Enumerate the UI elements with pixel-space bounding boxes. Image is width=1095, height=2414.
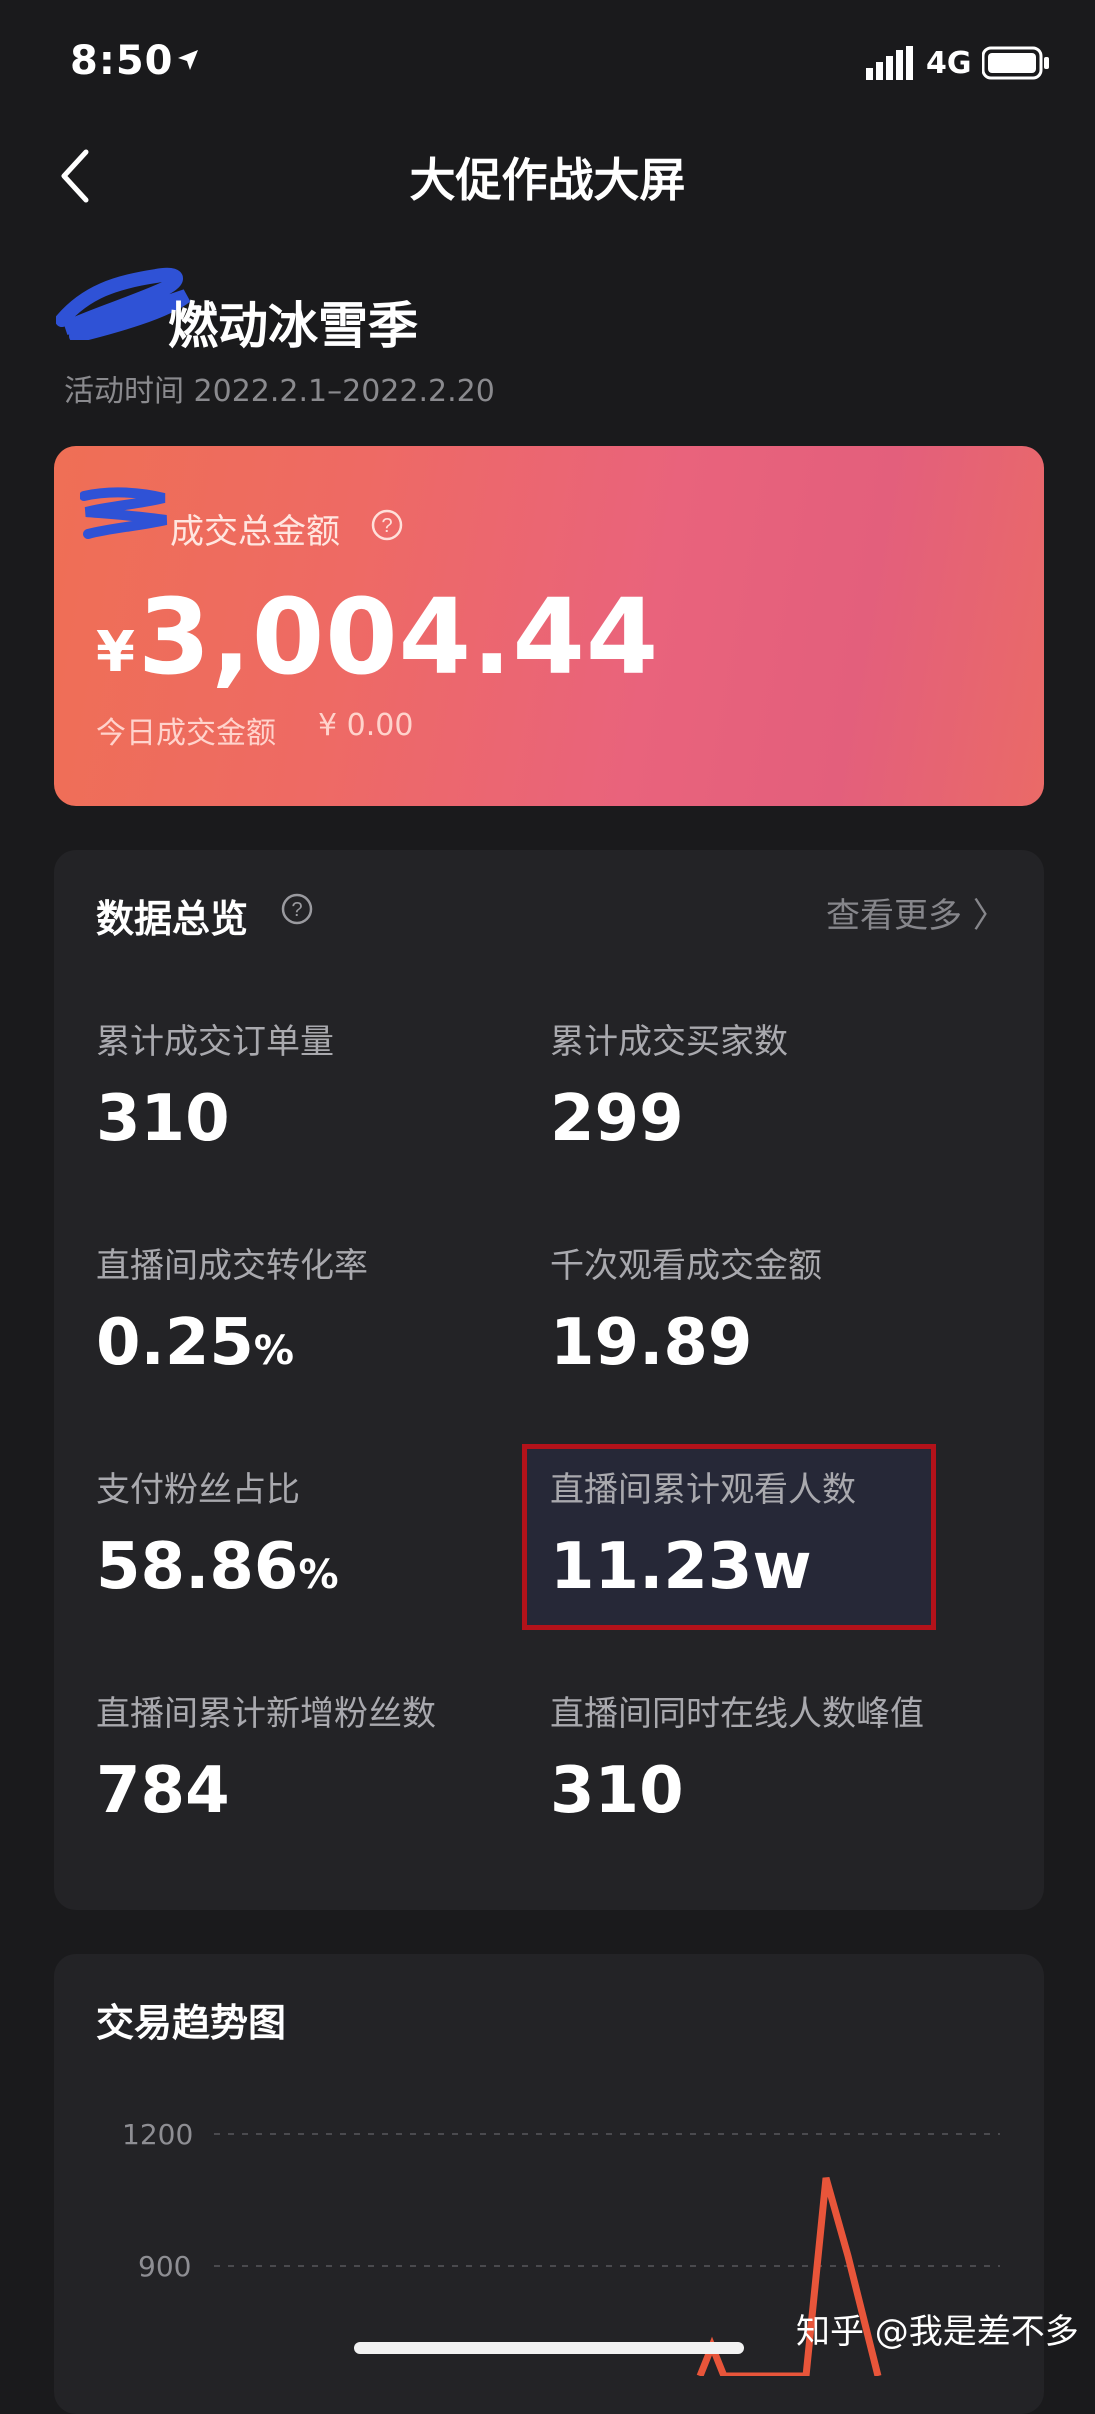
today-gmv-label: 今日成交金额 xyxy=(96,716,276,751)
metric-label: 累计成交订单量 xyxy=(96,1022,334,1062)
battery-icon xyxy=(982,46,1049,80)
signal-strength-icon xyxy=(866,46,913,80)
y-tick-label: 900 xyxy=(138,2250,192,2283)
campaign-time-range: 活动时间 2022.2.1–2022.2.20 xyxy=(64,374,495,409)
metric-value: 0.25% xyxy=(96,1306,294,1380)
metric-label: 直播间累计观看人数 xyxy=(550,1470,856,1510)
metric-value: 784 xyxy=(96,1754,230,1828)
view-more-link[interactable]: 查看更多 〉 xyxy=(826,888,1007,937)
metric-value: 11.23w xyxy=(550,1530,812,1604)
home-indicator[interactable] xyxy=(354,2342,744,2354)
trend-chart-title: 交易趋势图 xyxy=(96,2001,287,2045)
gmv-label: 成交总金额 xyxy=(170,512,340,552)
gmv-value: 3,004.44 xyxy=(138,576,660,698)
metric-label: 支付粉丝占比 xyxy=(96,1470,300,1510)
metric-label: 直播间同时在线人数峰值 xyxy=(550,1694,924,1734)
metric-value: 310 xyxy=(96,1082,230,1156)
y-tick-label: 1200 xyxy=(122,2118,194,2151)
svg-text:?: ? xyxy=(381,515,392,537)
today-gmv-value: ¥ 0.00 xyxy=(318,708,414,743)
metric-label: 直播间累计新增粉丝数 xyxy=(96,1694,436,1734)
campaign-name: 燃动冰雪季 xyxy=(168,297,418,355)
status-time: 8:50 xyxy=(70,38,174,84)
data-overview-card xyxy=(54,850,1044,1910)
network-type: 4G xyxy=(926,46,972,81)
location-arrow-icon xyxy=(178,50,198,70)
metric-value: 299 xyxy=(550,1082,684,1156)
metric-label: 千次观看成交金额 xyxy=(550,1246,822,1286)
metric-value: 58.86% xyxy=(96,1530,339,1604)
question-circle-icon[interactable]: ? xyxy=(370,508,404,542)
metric-value: 310 xyxy=(550,1754,684,1828)
metric-label: 直播间成交转化率 xyxy=(96,1246,368,1286)
metric-label: 累计成交买家数 xyxy=(550,1022,788,1062)
page-title: 大促作战大屏 xyxy=(409,153,686,207)
gmv-currency: ¥ xyxy=(96,620,135,685)
svg-text:?: ? xyxy=(291,899,302,921)
question-circle-icon[interactable]: ? xyxy=(280,892,314,926)
overview-title: 数据总览 xyxy=(96,897,249,941)
watermark: 知乎 @我是差不多 xyxy=(796,2312,1079,2352)
redaction-scribble xyxy=(80,487,168,539)
metric-value: 19.89 xyxy=(550,1306,753,1380)
